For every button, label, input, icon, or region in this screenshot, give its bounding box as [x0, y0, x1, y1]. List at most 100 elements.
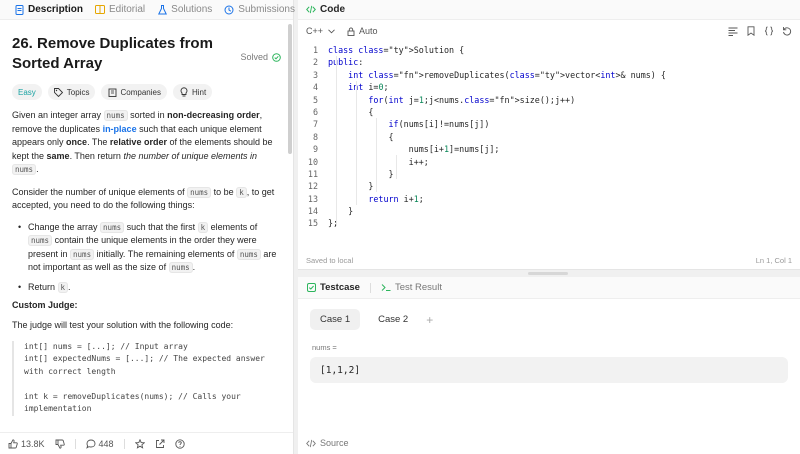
- inline-code: nums: [70, 248, 95, 260]
- topics-chip[interactable]: Topics: [47, 84, 96, 100]
- format-icon[interactable]: [728, 26, 738, 36]
- tab-test-result[interactable]: Test Result: [381, 282, 442, 293]
- inline-code: nums: [12, 164, 37, 175]
- add-case-icon[interactable]: +: [426, 313, 433, 327]
- companies-chip[interactable]: Companies: [101, 84, 167, 100]
- text: Consider the number of unique elements o…: [12, 186, 188, 197]
- problem-chips: Easy Topics Companies Hint: [12, 84, 281, 100]
- line-number: 3: [312, 69, 318, 80]
- text: .: [68, 281, 71, 292]
- left-tabbar: Description Editorial Solutions Submissi…: [0, 0, 295, 20]
- case-tab-1[interactable]: Case 1: [310, 309, 361, 330]
- indent-guide: [356, 81, 357, 205]
- code-icon: [306, 5, 316, 15]
- code-line: 3 int class="fn">removeDuplicates(class=…: [298, 69, 800, 81]
- share-button[interactable]: [155, 439, 165, 449]
- text: elements of: [208, 221, 258, 232]
- inline-code: nums: [103, 110, 128, 121]
- code-line: 13 return i+1;: [298, 193, 800, 205]
- indent-guide: [396, 155, 397, 179]
- code-text: i++;: [328, 156, 429, 167]
- topics-label: Topics: [66, 87, 90, 97]
- inline-code: nums: [187, 186, 212, 198]
- book-icon: [95, 5, 106, 15]
- bold-text: relative order: [109, 137, 167, 147]
- code-icon: [306, 438, 316, 448]
- tab-editorial[interactable]: Editorial: [89, 0, 151, 20]
- test-result-label: Test Result: [394, 282, 442, 293]
- thumbs-down-icon: [55, 439, 65, 449]
- code-line: 14 }: [298, 205, 800, 217]
- tag-icon: [54, 87, 64, 97]
- code-line: 4 int i=0;: [298, 81, 800, 93]
- source-toggle[interactable]: Source: [306, 438, 349, 448]
- code-text: }: [328, 181, 374, 192]
- code-line: 9 nums[i+1]=nums[j];: [298, 143, 800, 155]
- line-number: 6: [312, 106, 318, 117]
- terminal-icon: [381, 283, 391, 293]
- inline-code: nums: [168, 262, 193, 273]
- line-number: 5: [312, 94, 318, 105]
- testcase-input[interactable]: [1,1,2]: [310, 357, 788, 383]
- in-place-link[interactable]: in-place: [103, 124, 137, 134]
- cursor-position: Ln 1, Col 1: [755, 256, 792, 265]
- checkbox-icon: [306, 283, 316, 293]
- case-tab-2[interactable]: Case 2: [368, 309, 418, 330]
- thumbs-up-icon: [8, 438, 18, 449]
- line-number: 9: [312, 144, 318, 155]
- inline-code: nums: [28, 235, 53, 246]
- star-icon: [134, 438, 145, 449]
- code-title: Code: [320, 4, 345, 15]
- text: sorted in: [127, 110, 168, 120]
- text: initially. The remaining elements of: [94, 248, 237, 259]
- code-text: class class="ty">Solution {: [328, 45, 465, 55]
- hint-chip[interactable]: Hint: [172, 84, 213, 100]
- tab-solutions[interactable]: Solutions: [151, 0, 218, 20]
- requirements-list: Change the array nums such that the firs…: [12, 221, 281, 295]
- code-text: {: [328, 131, 394, 142]
- text: Return: [28, 281, 58, 292]
- lightbulb-icon: [179, 87, 189, 97]
- tab-editorial-label: Editorial: [109, 4, 146, 15]
- inline-code: k: [57, 281, 69, 293]
- input-variable-label: nums =: [312, 343, 337, 352]
- resize-handle[interactable]: [528, 272, 568, 275]
- braces-icon[interactable]: [764, 26, 774, 36]
- code-header: Code: [298, 0, 800, 20]
- line-number: 1: [312, 45, 318, 55]
- language-select[interactable]: C++: [306, 26, 336, 36]
- problem-paragraph-2: Consider the number of unique elements o…: [12, 186, 281, 213]
- tab-testcase[interactable]: Testcase: [306, 282, 360, 293]
- favorite-button[interactable]: [134, 438, 145, 449]
- code-line: 8 {: [298, 131, 800, 143]
- editor-toolbar: C++ Auto: [298, 20, 800, 42]
- code-text: int i=0;: [348, 82, 389, 93]
- tab-submissions[interactable]: Submissions: [218, 0, 301, 20]
- line-number: 7: [312, 119, 318, 130]
- text: to be: [211, 186, 237, 197]
- help-button[interactable]: [174, 438, 185, 449]
- text: . Then return: [69, 150, 124, 161]
- list-item: Change the array nums such that the firs…: [18, 221, 281, 275]
- like-button[interactable]: 13.8K: [8, 439, 45, 449]
- code-editor[interactable]: 1 class class="ty">Solution {2 public: 3 in…: [298, 44, 800, 234]
- comments-button[interactable]: 448: [85, 438, 114, 449]
- line-number: 8: [312, 131, 318, 142]
- scrollbar[interactable]: [288, 24, 292, 154]
- comment-count: 448: [98, 438, 114, 449]
- description-footer: 13.8K 448: [0, 432, 293, 454]
- code-text: }: [328, 206, 354, 217]
- code-text: if(nums[i]!=nums[j]): [388, 119, 490, 130]
- code-line: 15};: [298, 217, 800, 229]
- inline-code: k: [236, 186, 247, 198]
- reset-icon[interactable]: [782, 26, 792, 36]
- bookmark-icon[interactable]: [746, 26, 756, 36]
- dislike-button[interactable]: [55, 439, 65, 449]
- auto-mode-toggle[interactable]: Auto: [346, 26, 378, 36]
- code-line: 7 if(nums[i]!=nums[j]): [298, 118, 800, 130]
- saved-status: Saved to local: [306, 256, 354, 265]
- code-line: 10 i++;: [298, 156, 800, 168]
- building-icon: [107, 87, 117, 97]
- description-content[interactable]: 26. Remove Duplicates from Sorted Array …: [0, 20, 293, 432]
- tab-description[interactable]: Description: [8, 0, 89, 20]
